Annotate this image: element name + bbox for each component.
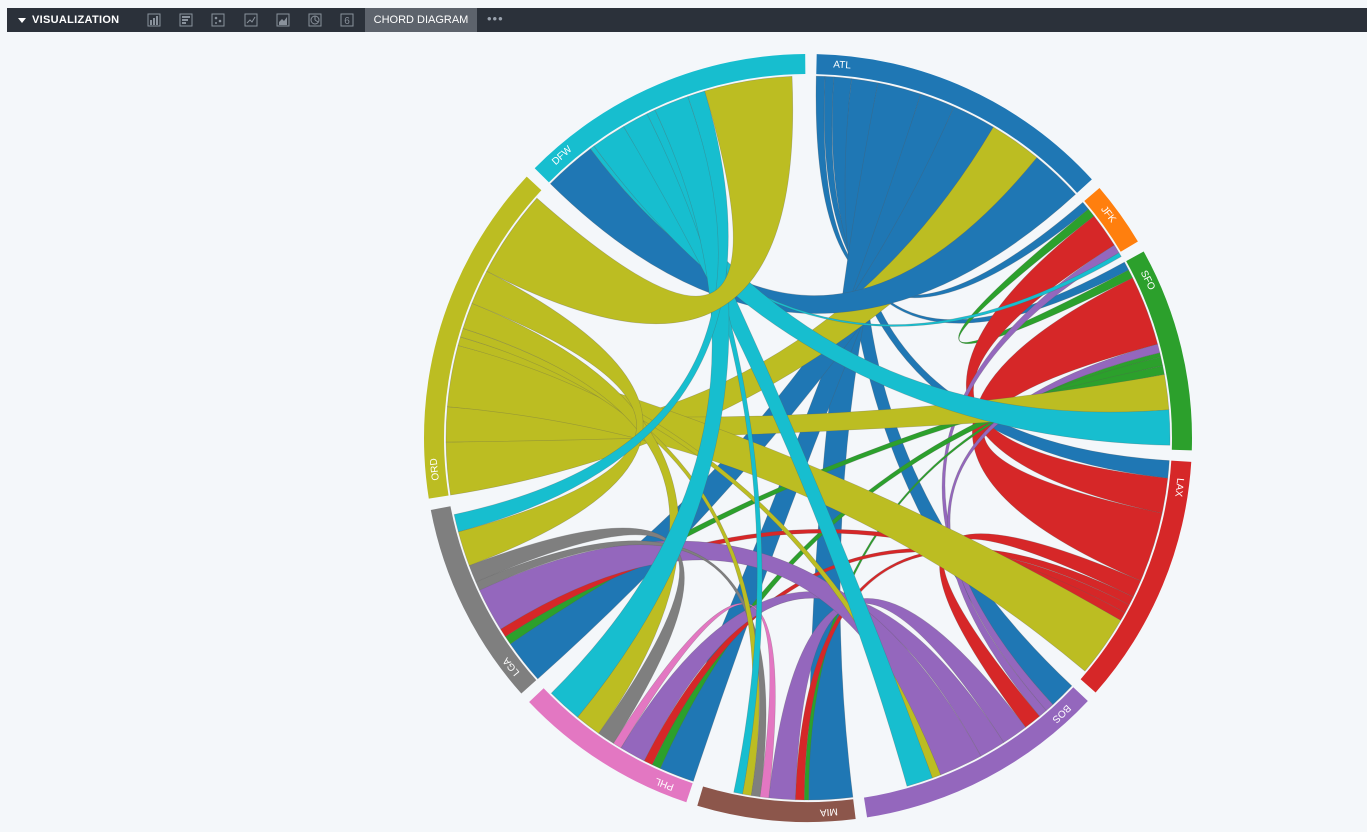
label-mia: MIA (819, 805, 838, 817)
ribbons-layer (445, 75, 1171, 801)
label-lax: LAX (1172, 477, 1185, 497)
chord-diagram: ATLJFKSFOLAXBOSMIAPHLLGAORDDFW (423, 54, 1192, 823)
label-atl: ATL (833, 59, 852, 71)
